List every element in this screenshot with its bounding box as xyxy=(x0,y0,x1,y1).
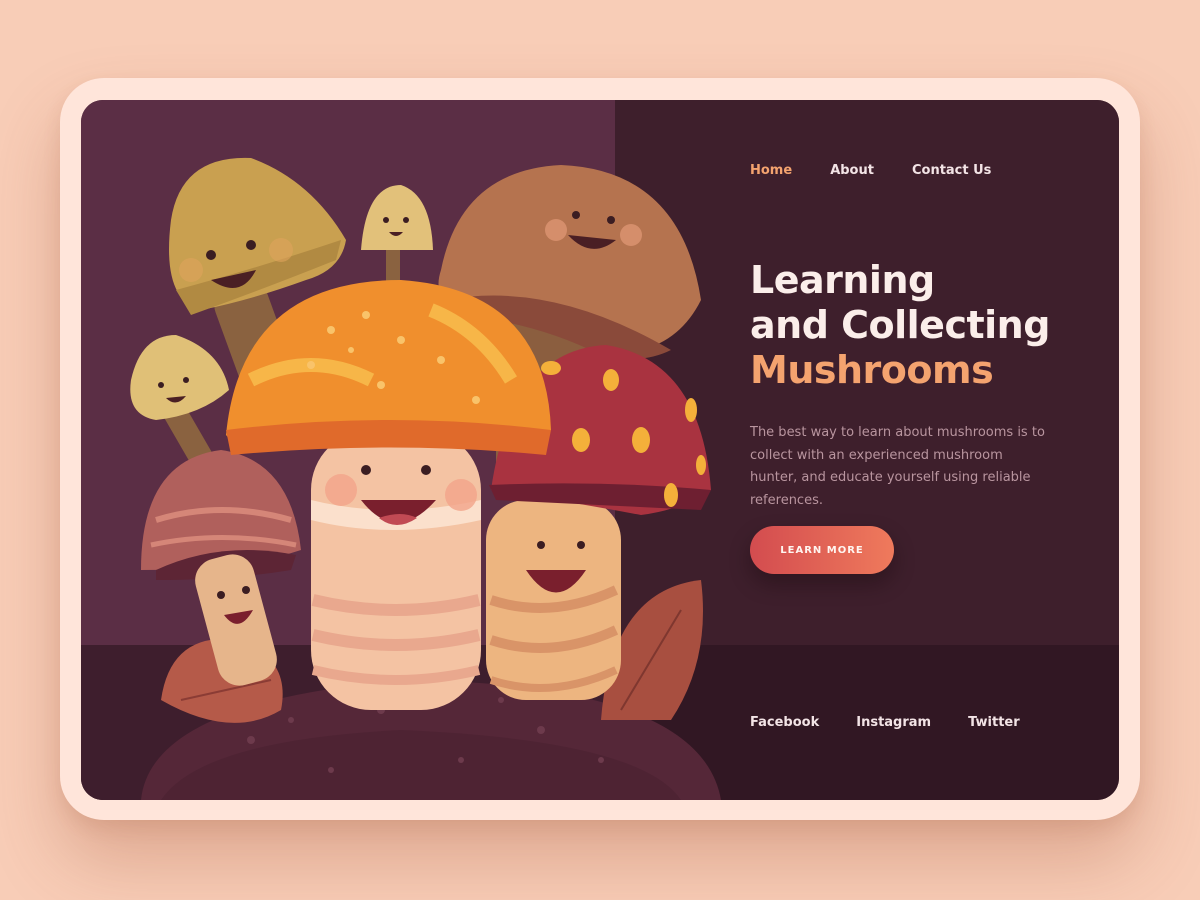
hero-description: The best way to learn about mushrooms is… xyxy=(750,425,1045,508)
main-nav: Home About Contact Us xyxy=(750,163,991,178)
social-links: Facebook Instagram Twitter xyxy=(750,715,1020,730)
instagram-link[interactable]: Instagram xyxy=(856,715,931,730)
hero-title-accent: Mushrooms xyxy=(750,348,994,392)
hero-title-line-2: and Collecting xyxy=(750,303,1050,347)
nav-home[interactable]: Home xyxy=(750,163,792,178)
hero-title: Learning and Collecting Mushrooms xyxy=(750,258,1050,393)
nav-contact-us[interactable]: Contact Us xyxy=(912,163,991,178)
mushroom-family-illustration xyxy=(130,157,721,800)
learn-more-button[interactable]: LEARN MORE xyxy=(750,526,894,574)
nav-about[interactable]: About xyxy=(830,163,874,178)
hero-title-line-1: Learning xyxy=(750,258,935,302)
facebook-link[interactable]: Facebook xyxy=(750,715,819,730)
landing-page: Home About Contact Us Learning and Colle… xyxy=(81,100,1119,800)
twitter-link[interactable]: Twitter xyxy=(968,715,1020,730)
